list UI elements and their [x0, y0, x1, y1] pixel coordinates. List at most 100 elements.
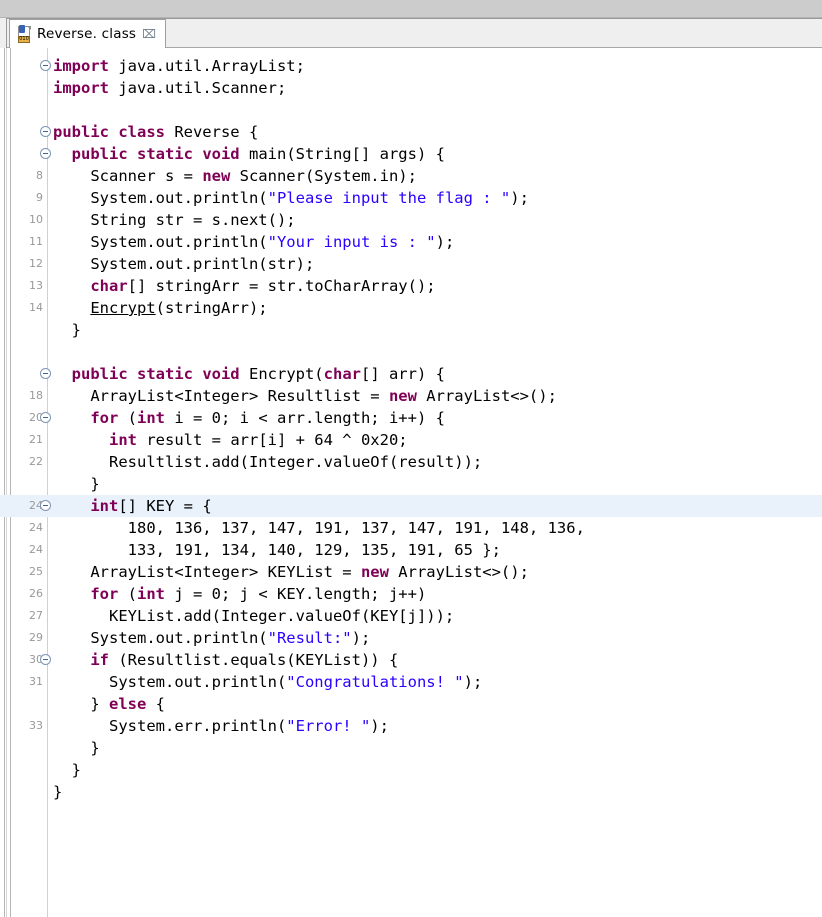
- code-line[interactable]: import java.util.ArrayList;: [0, 55, 822, 77]
- code-text: String str = s.next();: [53, 209, 295, 231]
- fold-collapse-icon[interactable]: [40, 148, 51, 159]
- fold-collapse-icon[interactable]: [40, 654, 51, 665]
- code-line[interactable]: }: [0, 319, 822, 341]
- token-p: );: [351, 629, 371, 647]
- token-p: [53, 651, 90, 669]
- line-number: 27: [29, 609, 43, 622]
- code-line[interactable]: 9 System.out.println("Please input the f…: [0, 187, 822, 209]
- token-p: System.out.println(: [53, 189, 268, 207]
- token-p: [53, 431, 109, 449]
- fold-collapse-icon[interactable]: [40, 500, 51, 511]
- token-str: "Please input the flag : ": [267, 189, 511, 207]
- token-str: "Congratulations! ": [286, 673, 464, 691]
- class-icon-bits: 010: [18, 35, 30, 43]
- token-kw: int: [109, 431, 137, 449]
- code-editor[interactable]: import java.util.ArrayList; import java.u…: [0, 48, 822, 917]
- code-line[interactable]: 27 KEYList.add(Integer.valueOf(KEY[j]));: [0, 605, 822, 627]
- token-p: [53, 497, 90, 515]
- token-p: KEYList.add(Integer.valueOf(KEY[j]));: [53, 607, 455, 625]
- code-line[interactable]: 18 ArrayList<Integer> Resultlist = new A…: [0, 385, 822, 407]
- code-line[interactable]: public static void Encrypt(char[] arr) {: [0, 363, 822, 385]
- token-p: 180, 136, 137, 147, 191, 137, 147, 191, …: [53, 519, 585, 537]
- code-line[interactable]: import java.util.Scanner;: [0, 77, 822, 99]
- code-line[interactable]: [0, 341, 822, 363]
- tab-reverse-class[interactable]: 010 Reverse. class ⌧: [9, 19, 166, 48]
- token-kw: int: [90, 497, 119, 515]
- fold-collapse-icon[interactable]: [40, 368, 51, 379]
- token-kw: new: [202, 167, 231, 185]
- code-text: System.out.println("Congratulations! ");: [53, 671, 482, 693]
- code-text: System.out.println("Please input the fla…: [53, 187, 529, 209]
- code-line[interactable]: 30 if (Resultlist.equals(KEYList)) {: [0, 649, 822, 671]
- code-text: public class Reverse {: [53, 121, 258, 143]
- token-str: "Error! ": [286, 717, 371, 735]
- code-line[interactable]: }: [0, 473, 822, 495]
- line-number: 18: [29, 389, 43, 402]
- token-kw: int: [137, 409, 165, 427]
- token-kw: public static void: [71, 365, 240, 383]
- code-line[interactable]: 25 ArrayList<Integer> KEYList = new Arra…: [0, 561, 822, 583]
- code-line[interactable]: 10 String str = s.next();: [0, 209, 822, 231]
- token-p: [] KEY = {: [118, 497, 212, 515]
- token-p: }: [53, 695, 109, 713]
- line-number: 30: [29, 653, 43, 666]
- top-toolbar: [0, 0, 822, 18]
- code-line[interactable]: 24 int[] KEY = {: [0, 495, 822, 517]
- code-line[interactable]: [0, 99, 822, 121]
- code-line[interactable]: 22 Resultlist.add(Integer.valueOf(result…: [0, 451, 822, 473]
- code-line[interactable]: 11 System.out.println("Your input is : "…: [0, 231, 822, 253]
- token-p: System.out.println(: [53, 233, 268, 251]
- fold-collapse-icon[interactable]: [40, 126, 51, 137]
- code-line[interactable]: 12 System.out.println(str);: [0, 253, 822, 275]
- code-line[interactable]: 21 int result = arr[i] + 64 ^ 0x20;: [0, 429, 822, 451]
- code-line[interactable]: 24 180, 136, 137, 147, 191, 137, 147, 19…: [0, 517, 822, 539]
- tab-bar-left-edge: [0, 18, 7, 48]
- token-p: Scanner s =: [53, 167, 203, 185]
- token-p: System.out.println(: [53, 629, 268, 647]
- token-p: Reverse {: [164, 123, 259, 141]
- token-kw: else: [109, 695, 147, 713]
- code-line[interactable]: 29 System.out.println("Result:");: [0, 627, 822, 649]
- token-p: Scanner(System.in);: [230, 167, 417, 185]
- line-number: 10: [29, 213, 43, 226]
- token-p: j = 0; j < KEY.length; j++): [165, 585, 427, 603]
- code-text: }: [53, 319, 81, 341]
- token-kw: import: [53, 79, 109, 97]
- code-line[interactable]: public class Reverse {: [0, 121, 822, 143]
- line-number: 29: [29, 631, 43, 644]
- code-line[interactable]: 13 char[] stringArr = str.toCharArray();: [0, 275, 822, 297]
- code-line[interactable]: 14 Encrypt(stringArr);: [0, 297, 822, 319]
- token-p: 133, 191, 134, 140, 129, 135, 191, 65 };: [53, 541, 501, 559]
- code-line[interactable]: 33 System.err.println("Error! ");: [0, 715, 822, 737]
- code-text: ArrayList<Integer> KEYList = new ArrayLi…: [53, 561, 529, 583]
- code-line[interactable]: }: [0, 759, 822, 781]
- token-p: [] stringArr = str.toCharArray();: [127, 277, 436, 295]
- token-kw: for: [90, 409, 119, 427]
- code-line[interactable]: 20 for (int i = 0; i < arr.length; i++) …: [0, 407, 822, 429]
- code-line[interactable]: 31 System.out.println("Congratulations! …: [0, 671, 822, 693]
- token-p: {: [146, 695, 165, 713]
- code-text: char[] stringArr = str.toCharArray();: [53, 275, 436, 297]
- code-text: System.err.println("Error! ");: [53, 715, 389, 737]
- token-mth: Encrypt: [90, 299, 156, 317]
- code-text: int result = arr[i] + 64 ^ 0x20;: [53, 429, 408, 451]
- token-str: "Your input is : ": [267, 233, 436, 251]
- token-p: [53, 277, 90, 295]
- code-line[interactable]: 26 for (int j = 0; j < KEY.length; j++): [0, 583, 822, 605]
- code-text: }: [53, 473, 99, 495]
- code-line[interactable]: }: [0, 781, 822, 803]
- code-text: import java.util.ArrayList;: [53, 55, 305, 77]
- fold-collapse-icon[interactable]: [40, 412, 51, 423]
- token-p: Encrypt(: [239, 365, 324, 383]
- code-line[interactable]: public static void main(String[] args) {: [0, 143, 822, 165]
- line-number: 33: [29, 719, 43, 732]
- line-number: 26: [29, 587, 43, 600]
- token-p: }: [53, 321, 81, 339]
- code-line[interactable]: }: [0, 737, 822, 759]
- code-line[interactable]: 24 133, 191, 134, 140, 129, 135, 191, 65…: [0, 539, 822, 561]
- token-p: ArrayList<>();: [388, 563, 529, 581]
- code-line[interactable]: 8 Scanner s = new Scanner(System.in);: [0, 165, 822, 187]
- code-line[interactable]: } else {: [0, 693, 822, 715]
- fold-collapse-icon[interactable]: [40, 60, 51, 71]
- close-icon[interactable]: ⌧: [142, 27, 156, 41]
